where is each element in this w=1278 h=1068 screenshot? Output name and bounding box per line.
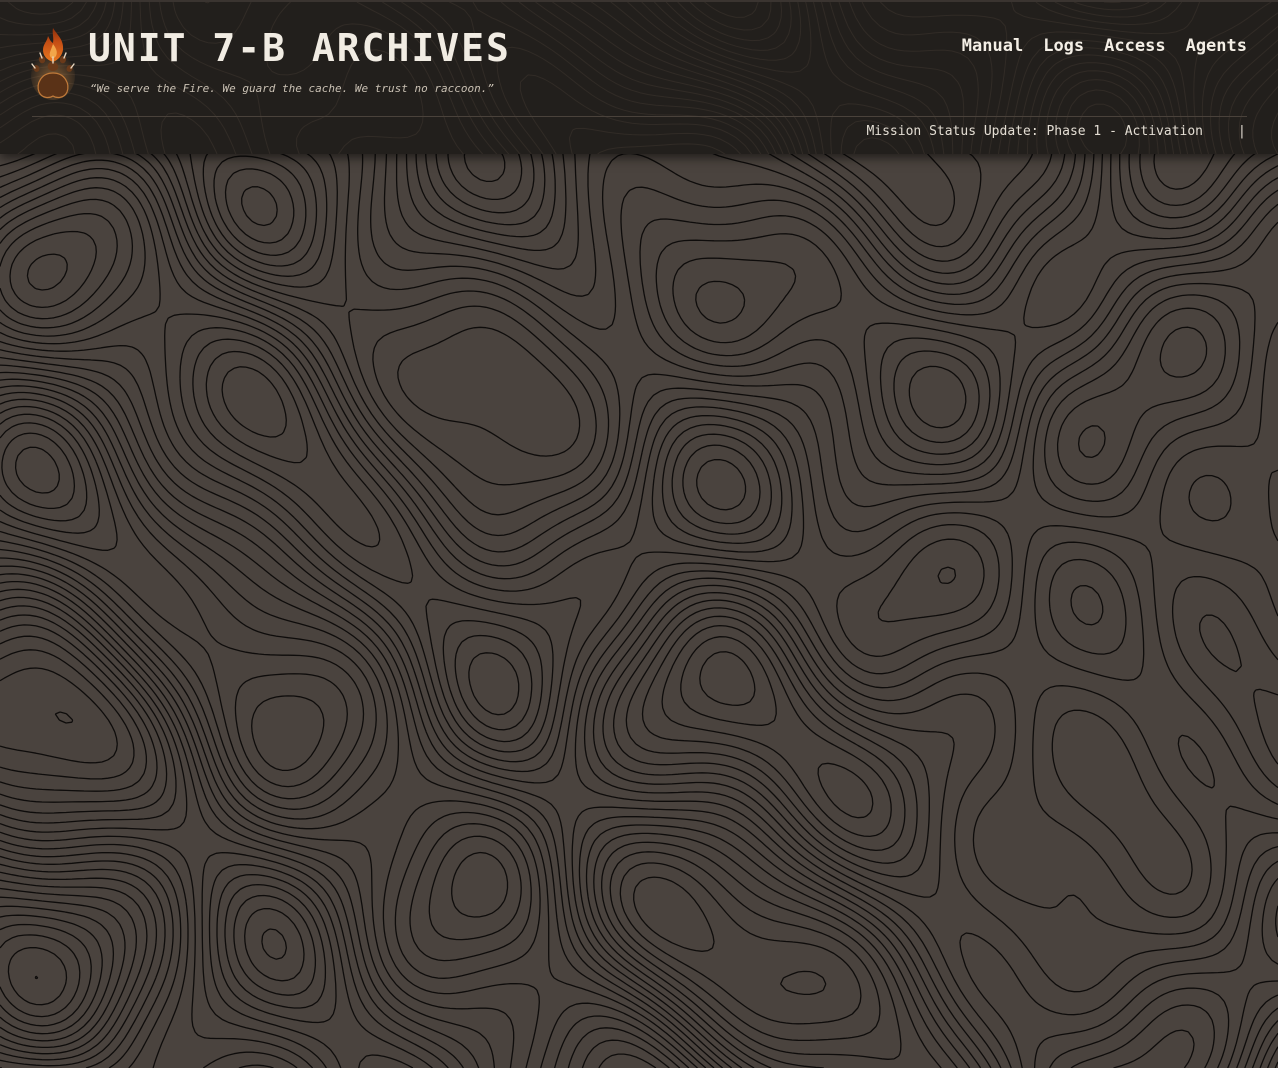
site-tagline: “We serve the Fire. We guard the cache. …: [90, 82, 494, 95]
topographic-map-background: [0, 0, 1278, 1068]
site-title: UNIT 7-B ARCHIVES: [88, 26, 511, 70]
ticker-text: Mission Status Update: Phase 1 - Activat…: [866, 124, 1203, 139]
nav-link-logs[interactable]: Logs: [1043, 36, 1084, 56]
ticker-separator: |: [1238, 124, 1246, 139]
contour-lines: [0, 0, 1278, 1068]
page: UNIT 7-B ARCHIVES “We serve the Fire. We…: [0, 0, 1278, 1068]
nav-link-manual[interactable]: Manual: [962, 36, 1023, 56]
main-nav: Manual Logs Access Agents: [962, 36, 1247, 56]
status-ticker: Mission Status Update: Phase 1 - Activat…: [0, 124, 1278, 144]
flaming-paw-icon[interactable]: [30, 26, 76, 102]
nav-link-agents[interactable]: Agents: [1186, 36, 1247, 56]
nav-link-access[interactable]: Access: [1104, 36, 1165, 56]
header-divider: [32, 116, 1247, 117]
site-header: UNIT 7-B ARCHIVES “We serve the Fire. We…: [0, 0, 1278, 154]
